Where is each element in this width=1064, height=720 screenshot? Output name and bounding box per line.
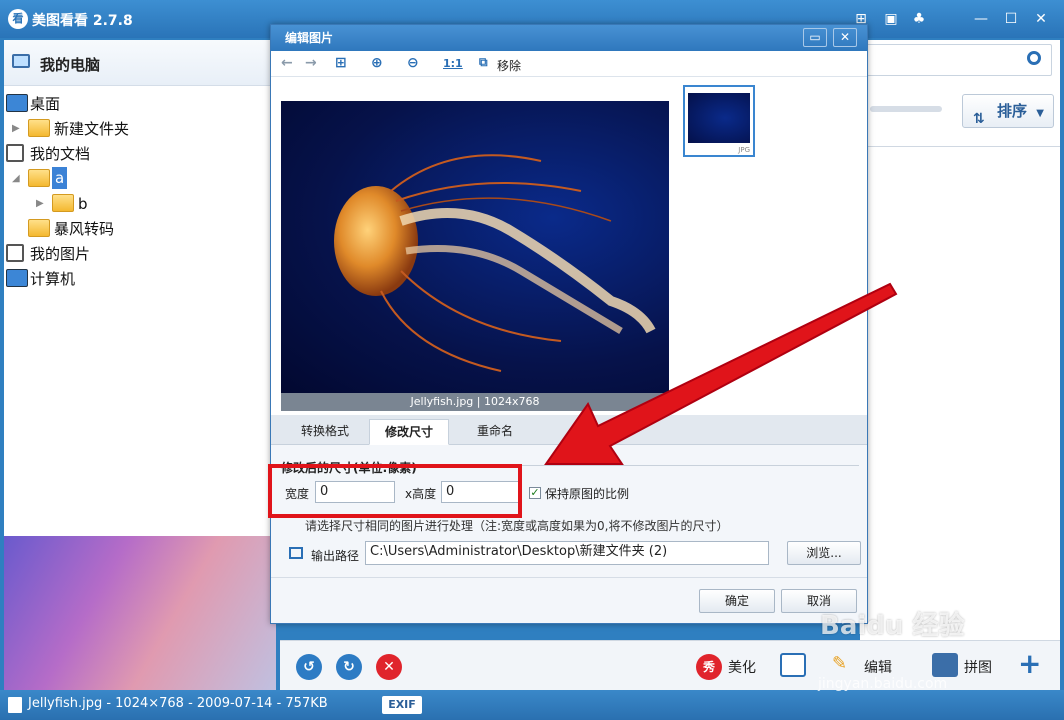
maximize-icon[interactable]: ☐: [1002, 10, 1020, 28]
tree-item-label: b: [78, 195, 88, 213]
dialog-maximize-icon[interactable]: ▭: [803, 28, 827, 47]
tree-item-desktop[interactable]: 桌面: [4, 92, 264, 116]
minimize-icon[interactable]: —: [972, 10, 990, 28]
status-bar: Jellyfish.jpg - 1024×768 - 2009-07-14 - …: [0, 690, 1064, 720]
tree-item-label: 我的文档: [30, 145, 91, 163]
baidu-watermark-url: jingyan.baidu.com: [818, 676, 948, 692]
folder-output-icon: [289, 547, 303, 559]
tree-item-my-documents[interactable]: 我的文档: [4, 142, 264, 166]
my-computer-header[interactable]: 我的电脑: [4, 40, 276, 86]
monitor-icon: [12, 54, 30, 68]
folder-icon: [28, 119, 50, 137]
dialog-title: 编辑图片: [271, 25, 867, 51]
delete-icon[interactable]: ✕: [376, 654, 402, 680]
tree-item-label: 新建文件夹: [54, 120, 130, 138]
tree-item-a[interactable]: ◢ a: [4, 167, 264, 191]
back-arrow-icon[interactable]: ←: [281, 55, 293, 71]
my-computer-label: 我的电脑: [40, 56, 101, 74]
close-icon[interactable]: ✕: [1032, 10, 1050, 28]
folder-icon: [28, 219, 50, 237]
dialog-footer-divider: [271, 577, 867, 578]
browse-button[interactable]: 浏览...: [787, 541, 861, 565]
remove-button[interactable]: 移除: [497, 57, 521, 74]
edit-button[interactable]: 编辑: [864, 657, 892, 677]
output-path-input[interactable]: C:\Users\Administrator\Desktop\新建文件夹 (2): [365, 541, 769, 565]
expand-arrow-icon[interactable]: ▶: [12, 117, 22, 141]
sort-icon: ⇅: [973, 111, 985, 127]
tree-item-label: 计算机: [30, 270, 76, 288]
pencil-icon: ✎: [832, 653, 848, 674]
desktop-icon: [6, 94, 28, 112]
collapse-arrow-icon[interactable]: ◢: [12, 167, 22, 191]
rotate-left-icon[interactable]: ↺: [296, 654, 322, 680]
tree-item-computer[interactable]: 计算机: [4, 267, 264, 291]
dialog-toolbar: ← → ⊞ ⊕ ⊖ 1:1 ⧉ 移除: [271, 51, 867, 77]
sort-label: 排序: [997, 102, 1028, 120]
tree-item-baofeng[interactable]: 暴风转码: [4, 217, 264, 241]
file-icon: [8, 697, 22, 713]
keep-ratio-label: 保持原图的比例: [545, 487, 630, 501]
thumbnail-image: [688, 93, 750, 143]
tree-item-label: 我的图片: [30, 245, 91, 263]
exif-button[interactable]: EXIF: [382, 696, 422, 714]
beautify-icon[interactable]: 秀: [696, 654, 722, 680]
annotation-highlight-box: [268, 464, 522, 518]
sort-button[interactable]: ⇅ 排序 ▼: [962, 94, 1054, 128]
puzzle-icon: [932, 653, 958, 677]
app-logo-icon: 看: [8, 9, 28, 29]
tree-item-label: a: [52, 167, 68, 189]
shirt-icon[interactable]: ♣: [910, 10, 928, 28]
status-file-info: Jellyfish.jpg - 1024×768 - 2009-07-14 - …: [28, 696, 328, 711]
tab-resize[interactable]: 修改尺寸: [369, 419, 449, 445]
search-icon[interactable]: [1027, 51, 1041, 65]
preview-thumbnail-blurred: [4, 536, 276, 690]
file-type-tag: JPG: [738, 146, 750, 154]
baidu-watermark-logo: Baidu 经验: [820, 611, 965, 641]
output-path-label: 输出路径: [311, 549, 360, 563]
rotate-right-icon[interactable]: ↻: [336, 654, 362, 680]
tree-item-my-pictures[interactable]: 我的图片: [4, 242, 264, 266]
ok-button[interactable]: 确定: [699, 589, 775, 613]
dialog-close-icon[interactable]: ✕: [833, 28, 857, 47]
tree-item-label: 暴风转码: [54, 220, 115, 238]
puzzle-button[interactable]: 拼图: [964, 657, 992, 677]
search-input[interactable]: [866, 44, 1052, 76]
folder-open-icon: [28, 169, 50, 187]
menu-icon[interactable]: ▣: [882, 10, 900, 28]
app-title: 美图看看 2.7.8: [32, 13, 133, 29]
annotation-arrow-icon: [544, 282, 898, 465]
forward-arrow-icon[interactable]: →: [305, 55, 317, 71]
tree-item-label: 桌面: [30, 95, 61, 113]
chevron-down-icon: ▼: [1036, 108, 1044, 119]
computer-icon: [6, 269, 28, 287]
actual-size-button[interactable]: 1:1: [443, 57, 463, 70]
pictures-icon: [6, 244, 24, 262]
slideshow-icon[interactable]: [780, 653, 806, 677]
add-icon[interactable]: +: [1018, 647, 1041, 680]
thumbnail-size-slider[interactable]: [870, 106, 942, 112]
keep-ratio-checkbox[interactable]: ✓: [529, 487, 541, 499]
tree-item-new-folder[interactable]: ▶ 新建文件夹: [4, 117, 264, 141]
selected-thumbnail[interactable]: JPG: [683, 85, 755, 157]
resize-hint: 请选择尺寸相同的图片进行处理（注:宽度或高度如果为0,将不修改图片的尺寸）: [305, 519, 729, 533]
tab-convert-format[interactable]: 转换格式: [285, 419, 365, 445]
remove-icon[interactable]: ⧉: [479, 55, 488, 70]
divider: [860, 146, 1060, 147]
expand-arrow-icon[interactable]: ▶: [36, 192, 46, 216]
zoom-in-icon[interactable]: ⊕: [371, 55, 383, 71]
tree-item-b[interactable]: ▶ b: [4, 192, 264, 216]
tab-rename[interactable]: 重命名: [455, 419, 535, 445]
zoom-out-icon[interactable]: ⊖: [407, 55, 419, 71]
beautify-button[interactable]: 美化: [728, 657, 756, 677]
folder-icon: [52, 194, 74, 212]
add-image-icon[interactable]: ⊞: [335, 55, 347, 71]
documents-icon: [6, 144, 24, 162]
